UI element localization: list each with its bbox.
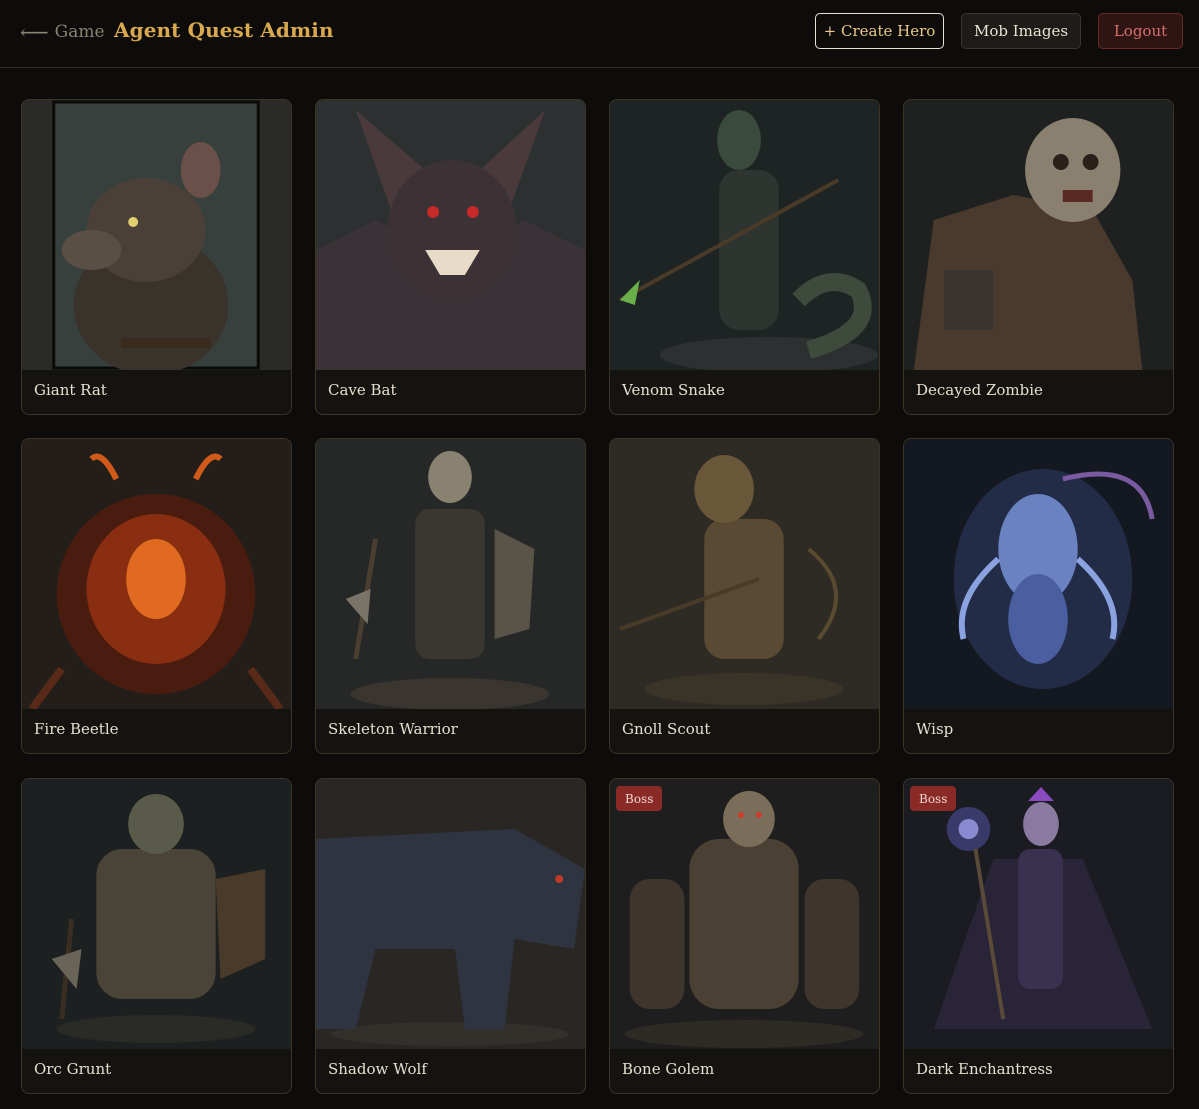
mob-name: Shadow Wolf [328, 1060, 427, 1078]
mob-card[interactable]: Skeleton Warrior [315, 438, 586, 754]
mob-name: Cave Bat [328, 381, 397, 399]
mob-card[interactable]: Venom Snake [609, 99, 880, 415]
create-hero-button[interactable]: + Create Hero [815, 13, 944, 49]
mob-card[interactable]: Orc Grunt [21, 778, 292, 1094]
mob-name: Orc Grunt [34, 1060, 112, 1078]
mob-portrait-decayed-zombie [904, 100, 1173, 370]
mob-portrait-orc-grunt [22, 779, 291, 1049]
boss-badge: Boss [616, 786, 663, 811]
logout-button[interactable]: Logout [1098, 13, 1183, 49]
mob-name: Wisp [916, 720, 954, 738]
mob-card[interactable]: Boss Dark Enchantress [903, 778, 1174, 1094]
mob-card[interactable]: Cave Bat [315, 99, 586, 415]
mob-name: Fire Beetle [34, 720, 119, 738]
mob-portrait-venom-snake [610, 100, 879, 370]
mob-portrait-giant-rat [22, 100, 291, 370]
arrow-left-icon: ⟵ [20, 20, 49, 44]
mob-portrait-fire-beetle [22, 439, 291, 709]
page-title: Agent Quest Admin [114, 18, 334, 42]
mob-name: Bone Golem [622, 1060, 715, 1078]
mob-card[interactable]: Wisp [903, 438, 1174, 754]
mob-name: Decayed Zombie [916, 381, 1043, 399]
top-nav-bar: ⟵ Game Agent Quest Admin + Create Hero M… [0, 0, 1199, 68]
mob-card[interactable]: Gnoll Scout [609, 438, 880, 754]
mob-portrait-cave-bat [316, 100, 585, 370]
mob-portrait-shadow-wolf [316, 779, 585, 1049]
mob-images-button[interactable]: Mob Images [961, 13, 1081, 49]
mob-card[interactable]: Shadow Wolf [315, 778, 586, 1094]
mob-card[interactable]: Giant Rat [21, 99, 292, 415]
boss-badge: Boss [910, 786, 957, 811]
mob-portrait-skeleton-warrior [316, 439, 585, 709]
mob-card[interactable]: Decayed Zombie [903, 99, 1174, 415]
mob-portrait-gnoll-scout [610, 439, 879, 709]
back-to-game-link[interactable]: ⟵ Game [20, 20, 105, 44]
mob-portrait-wisp [904, 439, 1173, 709]
mob-card[interactable]: Boss Bone Golem [609, 778, 880, 1094]
mob-portrait-bone-golem [610, 779, 879, 1049]
mob-name: Giant Rat [34, 381, 107, 399]
mob-name: Gnoll Scout [622, 720, 711, 738]
mob-portrait-dark-enchantress [904, 779, 1173, 1049]
mob-name: Dark Enchantress [916, 1060, 1053, 1078]
mob-name: Skeleton Warrior [328, 720, 458, 738]
mob-name: Venom Snake [622, 381, 725, 399]
back-link-label: Game [54, 22, 105, 42]
mob-card[interactable]: Fire Beetle [21, 438, 292, 754]
